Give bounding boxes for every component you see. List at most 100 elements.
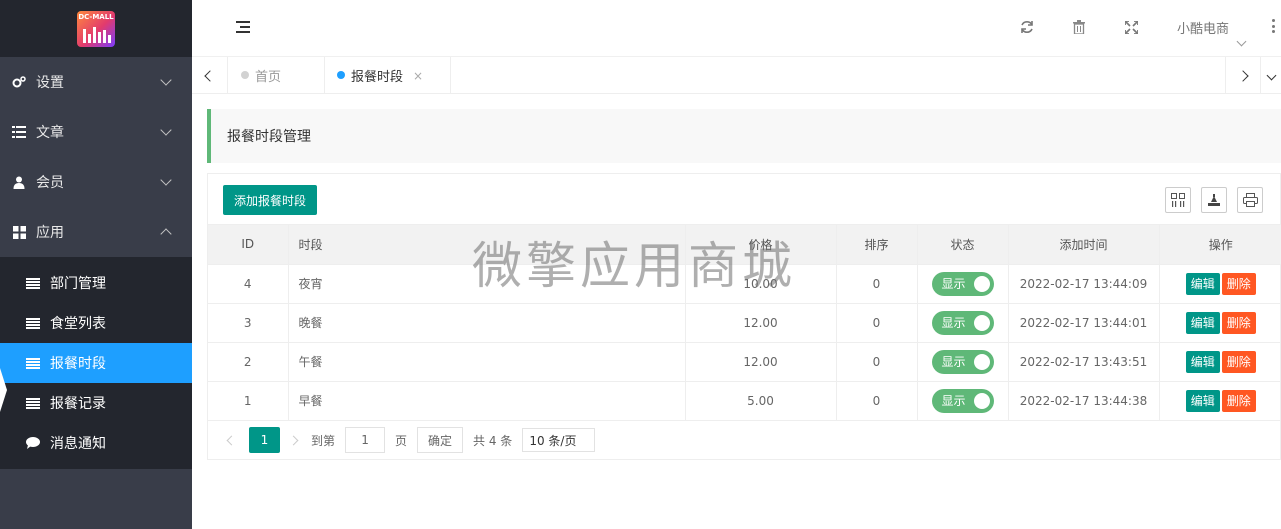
column-header-price[interactable]: 价格 (685, 225, 837, 265)
delete-button[interactable]: 删除 (1221, 272, 1256, 295)
status-toggle[interactable]: 显示 (931, 349, 994, 374)
status-toggle[interactable]: 显示 (931, 310, 994, 335)
logo-bars (83, 26, 111, 43)
more-icon[interactable] (1272, 19, 1275, 33)
list-icon (26, 277, 40, 289)
sidebar-menu-settings[interactable]: 设置 (0, 57, 192, 107)
status-toggle-label: 显示 (941, 316, 966, 330)
cell-added-time: 2022-02-17 13:43:51 (1008, 342, 1160, 382)
cell-sort: 0 (836, 381, 918, 421)
refresh-icon[interactable] (1018, 18, 1036, 36)
dc-mall-logo[interactable]: DC-MALL (77, 10, 115, 47)
toggle-knob (973, 353, 990, 370)
cell-actions: 编辑 删除 (1159, 303, 1281, 343)
sidebar-item-meal-records[interactable]: 报餐记录 (0, 383, 192, 423)
cell-status: 显示 (917, 381, 1009, 421)
cell-sort: 0 (836, 264, 918, 304)
cell-period: 夜宵 (288, 264, 686, 304)
print-icon[interactable] (1237, 187, 1263, 213)
sidebar-item-label: 报餐时段 (50, 356, 106, 372)
chevron-down-icon (160, 174, 172, 186)
trash-icon[interactable] (1070, 18, 1088, 36)
logo-area: DC-MALL (0, 0, 192, 57)
delete-button[interactable]: 删除 (1221, 350, 1256, 373)
chevron-right-icon (1237, 69, 1249, 82)
chevron-down-icon (160, 124, 172, 136)
table-header-row: ID 时段 价格 排序 状态 添加时间 操作 (208, 225, 1281, 265)
sidebar-submenu: 部门管理 食堂列表 报餐时段 报餐记录 消息通知 (0, 257, 192, 469)
sidebar-item-canteen-list[interactable]: 食堂列表 (0, 303, 192, 343)
prev-page-icon[interactable] (226, 435, 237, 445)
chat-icon (26, 437, 40, 449)
edit-button[interactable]: 编辑 (1185, 311, 1220, 334)
page-number-current[interactable]: 1 (249, 427, 280, 453)
sidebar-item-notifications[interactable]: 消息通知 (0, 423, 192, 463)
column-header-period[interactable]: 时段 (288, 225, 686, 265)
goto-page-input[interactable]: 1 (345, 427, 386, 453)
goto-label: 到第 (311, 433, 336, 448)
column-header-sort[interactable]: 排序 (836, 225, 918, 265)
fullscreen-icon[interactable] (1122, 18, 1140, 36)
tabs-bar: 首页 报餐时段 × (192, 57, 1281, 94)
list-icon (26, 397, 40, 409)
data-table-container: 添加报餐时段 ID 时段 价格 排序 状态 添加时间 操作 4 夜宵 10.00… (207, 173, 1281, 460)
column-header-status[interactable]: 状态 (917, 225, 1009, 265)
delete-button[interactable]: 删除 (1221, 311, 1256, 334)
sidebar-item-meal-periods[interactable]: 报餐时段 (0, 343, 192, 383)
chevron-down-icon (1266, 70, 1276, 81)
list-icon (26, 317, 40, 329)
tab-dot-icon (241, 71, 249, 79)
list-icon (12, 125, 26, 139)
column-header-added-time[interactable]: 添加时间 (1008, 225, 1160, 265)
menu-toggle-icon[interactable] (236, 21, 250, 33)
cell-price: 5.00 (685, 381, 837, 421)
sidebar-menu-apps[interactable]: 应用 (0, 207, 192, 257)
goto-confirm-button[interactable]: 确定 (417, 427, 464, 453)
tab-scroll-left-button[interactable] (192, 57, 228, 94)
chevron-down-icon (160, 74, 172, 86)
columns-filter-icon[interactable] (1165, 187, 1191, 213)
status-toggle-label: 显示 (941, 277, 966, 291)
sidebar-item-department[interactable]: 部门管理 (0, 263, 192, 303)
tab-scroll-right-button[interactable] (1225, 57, 1261, 94)
cell-added-time: 2022-02-17 13:44:09 (1008, 264, 1160, 304)
tab-dot-icon (337, 71, 345, 79)
tab-label: 报餐时段 (351, 70, 404, 85)
sidebar: DC-MALL 设置 文章 会员 应用 部门管理 食堂列表 报餐时段 报餐记录 … (0, 0, 192, 529)
tab-meal-periods[interactable]: 报餐时段 × (325, 57, 451, 94)
edit-button[interactable]: 编辑 (1185, 389, 1220, 412)
sidebar-menu-members[interactable]: 会员 (0, 157, 192, 207)
chevron-down-icon[interactable] (1236, 36, 1247, 47)
cell-id: 3 (208, 303, 289, 343)
edit-button[interactable]: 编辑 (1185, 272, 1220, 295)
edit-button[interactable]: 编辑 (1185, 350, 1220, 373)
user-name[interactable]: 小酷电商 (1177, 18, 1229, 37)
delete-button[interactable]: 删除 (1221, 389, 1256, 412)
sidebar-item-label: 食堂列表 (50, 316, 106, 332)
add-meal-period-button[interactable]: 添加报餐时段 (223, 185, 318, 215)
page-title: 报餐时段管理 (207, 109, 1281, 163)
page-size-select[interactable]: 10 条/页 (522, 428, 596, 452)
sidebar-menu-articles[interactable]: 文章 (0, 107, 192, 157)
cell-status: 显示 (917, 303, 1009, 343)
next-page-icon[interactable] (288, 435, 299, 445)
toggle-knob (973, 392, 990, 409)
cell-period: 早餐 (288, 381, 686, 421)
tab-home[interactable]: 首页 (229, 57, 325, 94)
close-icon[interactable]: × (413, 69, 423, 83)
status-toggle[interactable]: 显示 (931, 388, 994, 413)
sidebar-menu-label: 会员 (36, 175, 64, 191)
toggle-knob (973, 275, 990, 292)
total-count: 共 4 条 (473, 433, 513, 448)
export-icon[interactable] (1201, 187, 1227, 213)
gears-icon (12, 75, 26, 89)
logo-text: DC-MALL (78, 12, 114, 21)
tab-options-button[interactable] (1261, 57, 1281, 94)
status-toggle-label: 显示 (941, 394, 966, 408)
chevron-left-icon (203, 69, 216, 82)
column-header-id[interactable]: ID (208, 225, 289, 265)
status-toggle[interactable]: 显示 (931, 271, 994, 296)
cell-actions: 编辑 删除 (1159, 381, 1281, 421)
cell-price: 12.00 (685, 342, 837, 382)
cell-period: 晚餐 (288, 303, 686, 343)
